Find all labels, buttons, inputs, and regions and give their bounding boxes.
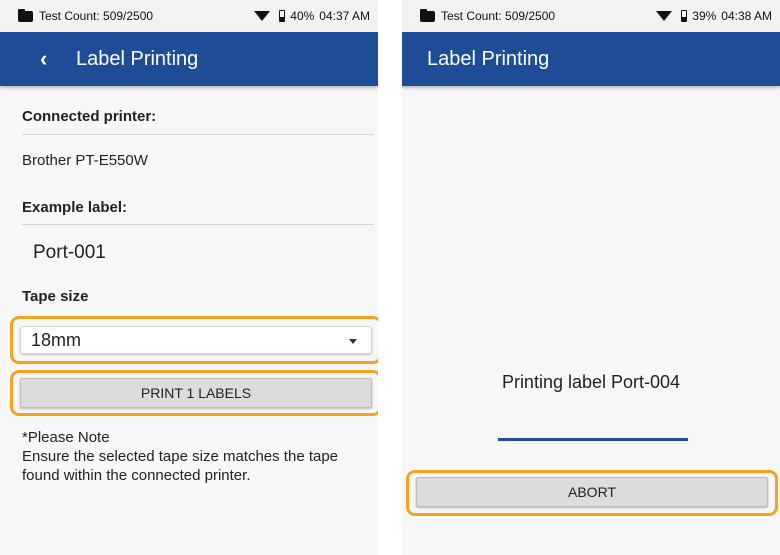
app-bar: ‹ Label Printing (0, 32, 378, 86)
test-count: Test Count: 509/2500 (39, 9, 154, 23)
tape-size-label: Tape size (22, 288, 89, 305)
battery-icon (681, 10, 688, 22)
wifi-icon (254, 11, 271, 21)
example-label-value: Port-001 (33, 242, 106, 263)
wifi-icon (656, 11, 673, 21)
tape-size-selected: 18mm (31, 329, 82, 350)
folder-icon (420, 8, 435, 22)
battery-percent: 39% (692, 9, 717, 23)
test-count: Test Count: 509/2500 (441, 9, 556, 23)
divider (22, 224, 374, 225)
page-title: Label Printing (427, 47, 550, 70)
tape-size-select[interactable]: 18mm (20, 326, 372, 354)
connected-printer-label: Connected printer: (22, 108, 157, 125)
clock: 04:37 AM (319, 9, 370, 23)
label-printing-screen-progress: Test Count: 509/2500 39% 04:38 AM Label … (402, 0, 780, 555)
back-arrow-icon[interactable]: ‹ (0, 46, 47, 72)
clock: 04:38 AM (721, 9, 772, 23)
print-labels-button[interactable]: PRINT 1 LABELS (20, 378, 372, 408)
app-bar: Label Printing (402, 32, 780, 86)
abort-button[interactable]: ABORT (416, 477, 768, 507)
page-title: Label Printing (76, 47, 199, 70)
divider (22, 134, 374, 135)
tape-size-note: *Please Note Ensure the selected tape si… (22, 428, 374, 485)
folder-icon (18, 8, 33, 22)
progress-indicator (498, 438, 688, 441)
battery-icon (279, 10, 286, 22)
example-label-label: Example label: (22, 199, 128, 216)
note-body: Ensure the selected tape size matches th… (22, 448, 339, 484)
note-title: *Please Note (22, 429, 110, 446)
connected-printer-value: Brother PT-E550W (22, 152, 148, 169)
battery-percent: 40% (290, 9, 315, 23)
status-bar: Test Count: 509/2500 39% 04:38 AM (402, 0, 780, 32)
status-bar: Test Count: 509/2500 40% 04:37 AM (0, 0, 378, 32)
printing-status-message: Printing label Port-004 (501, 372, 681, 392)
caret-down-icon (349, 339, 357, 344)
label-printing-screen-setup: Test Count: 509/2500 40% 04:37 AM ‹ Labe… (0, 0, 378, 555)
